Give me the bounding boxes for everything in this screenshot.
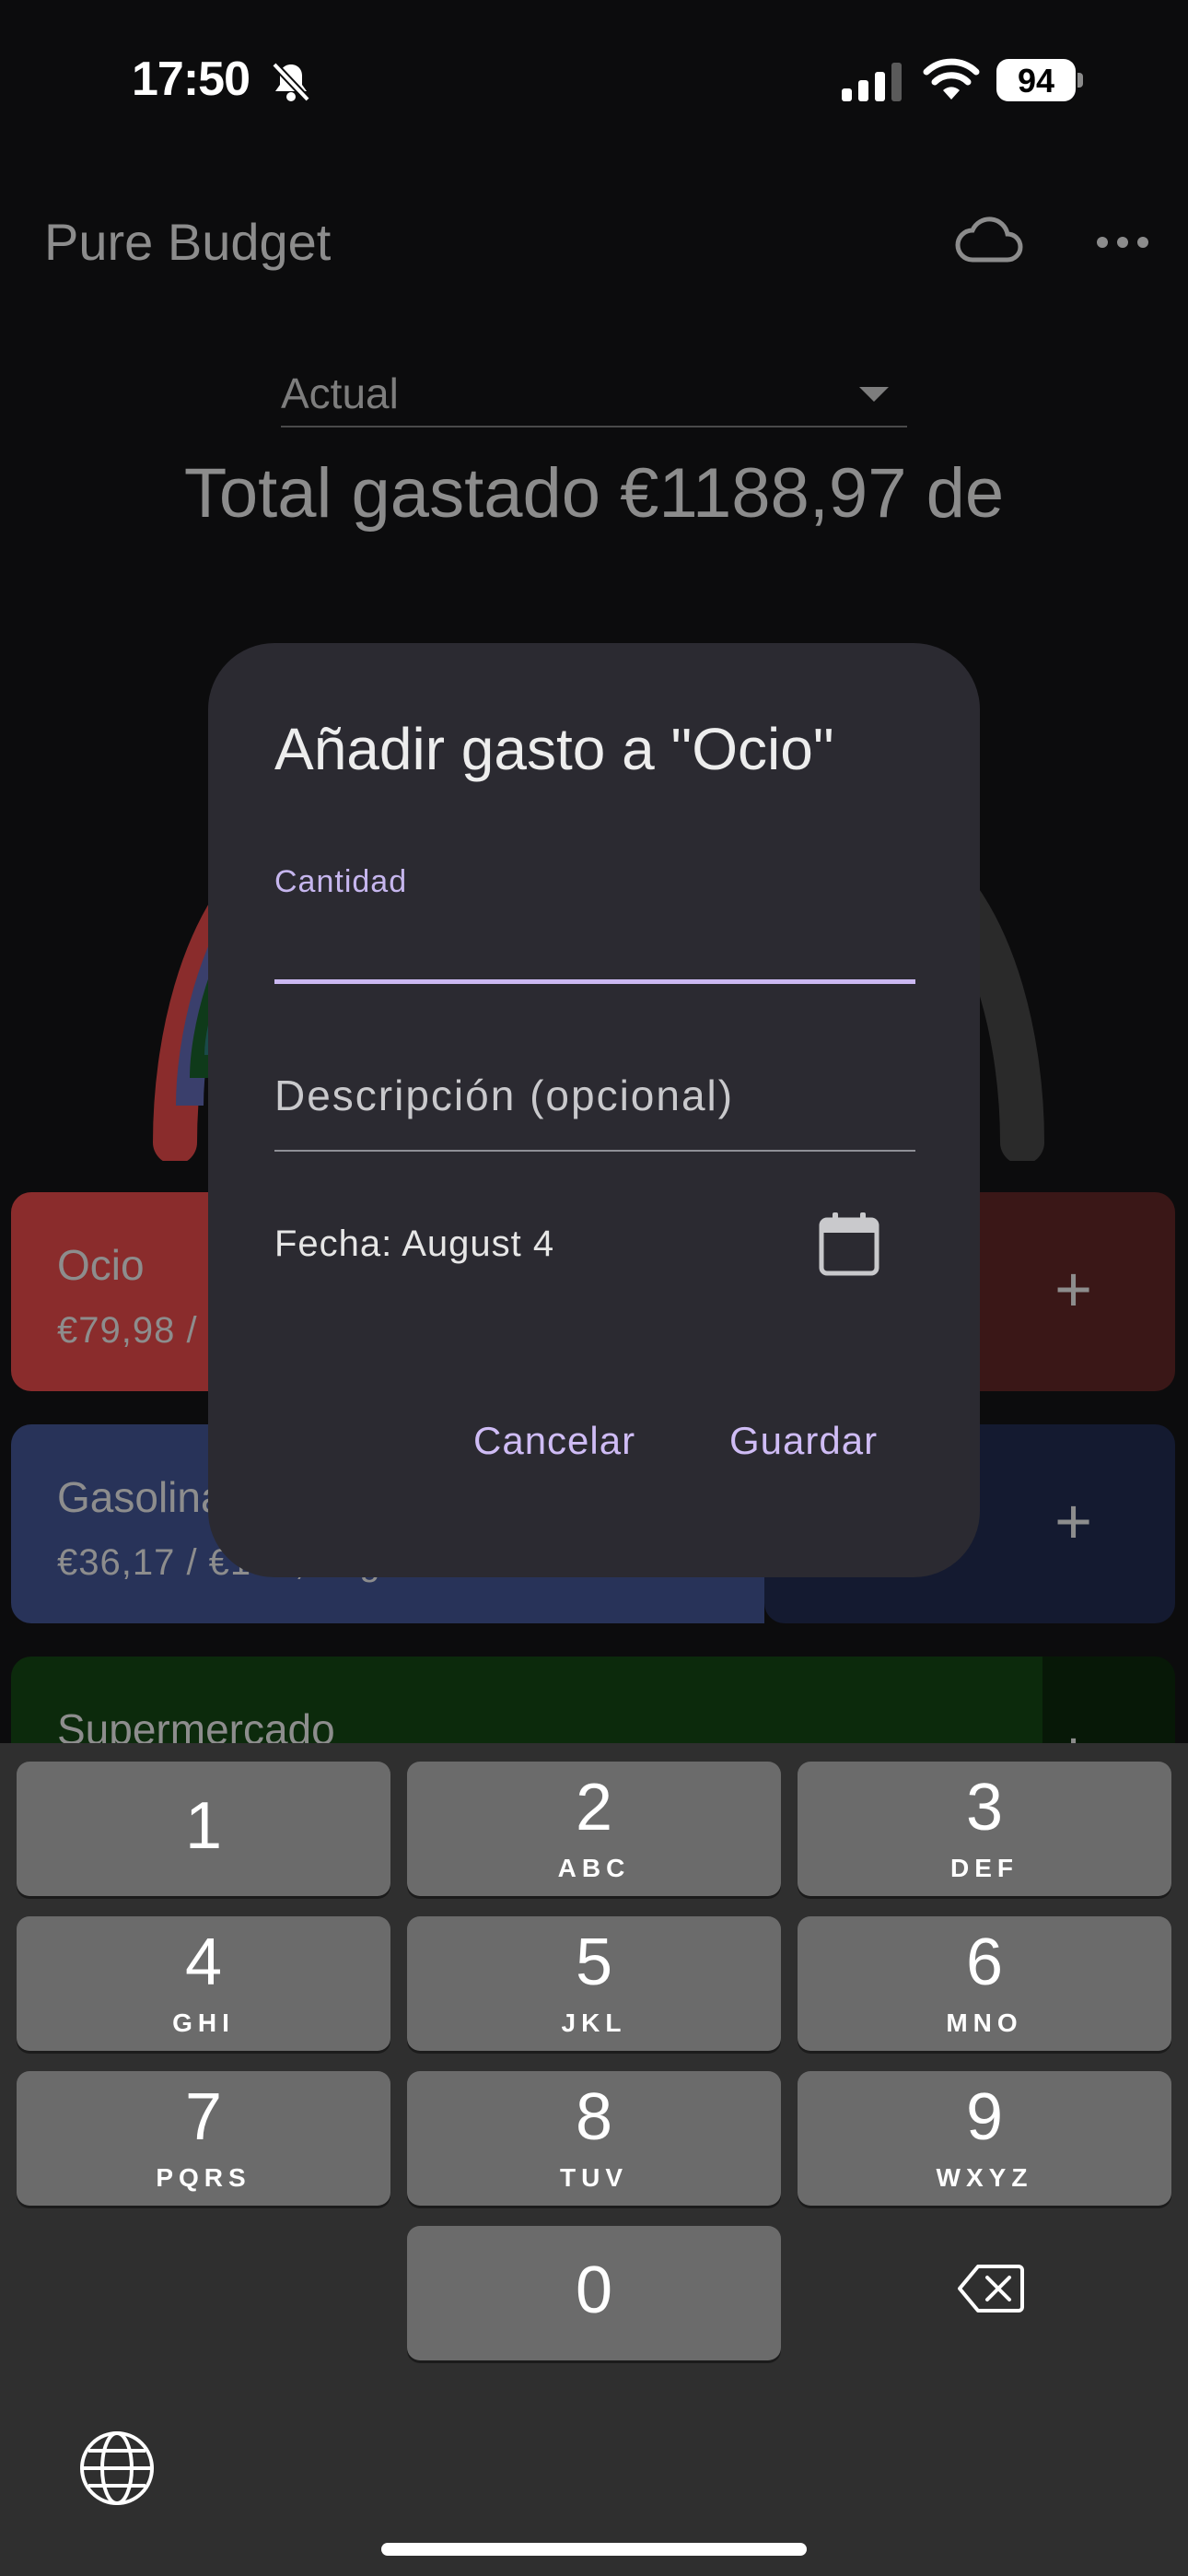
- key-letters: TUV: [560, 2163, 628, 2192]
- status-bar: 17:50 94: [0, 0, 1188, 157]
- more-icon[interactable]: [1092, 228, 1153, 256]
- key-digit: 8: [575, 2080, 613, 2154]
- bell-slash-icon: [272, 62, 310, 102]
- category-name: Ocio: [57, 1241, 145, 1289]
- key-2[interactable]: 2 ABC: [407, 1762, 781, 1896]
- key-letters: WXYZ: [936, 2163, 1033, 2192]
- key-0[interactable]: 0: [407, 2226, 781, 2360]
- key-digit: 2: [575, 1771, 613, 1844]
- key-1[interactable]: 1: [17, 1762, 390, 1896]
- key-9[interactable]: 9 WXYZ: [798, 2071, 1171, 2206]
- calendar-icon[interactable]: [814, 1209, 884, 1279]
- backspace-icon[interactable]: [958, 2263, 1024, 2314]
- status-time: 17:50: [132, 53, 250, 106]
- date-label: Fecha: August 4: [274, 1224, 555, 1264]
- wifi-icon: [923, 58, 980, 100]
- amount-input[interactable]: [274, 910, 915, 984]
- numeric-keyboard: 1 2 ABC 3 DEF 4 GHI 5 JKL 6 MNO 7 PQRS 8…: [0, 1743, 1188, 2576]
- add-expense-dialog: Añadir gasto a "Ocio" Cantidad Fecha: Au…: [208, 643, 980, 1577]
- dialog-title: Añadir gasto a "Ocio": [274, 716, 834, 782]
- description-input[interactable]: [274, 1041, 915, 1152]
- key-digit: 1: [184, 1789, 223, 1863]
- cellular-signal-icon: [842, 63, 902, 101]
- cloud-icon[interactable]: [952, 214, 1026, 269]
- key-digit: 9: [965, 2080, 1004, 2154]
- key-letters: GHI: [172, 2008, 235, 2037]
- key-letters: DEF: [950, 1854, 1019, 1882]
- key-letters: MNO: [946, 2008, 1023, 2037]
- chevron-down-icon: [859, 387, 889, 402]
- key-letters: ABC: [557, 1854, 631, 1882]
- add-expense-button[interactable]: +: [1054, 1489, 1092, 1553]
- save-button[interactable]: Guardar: [729, 1419, 878, 1463]
- total-spent-text: Total gastado €1188,97 de: [183, 454, 1005, 533]
- period-dropdown[interactable]: Actual: [281, 350, 907, 427]
- app-screen: Pure Budget Actual Total gastado €1188,9…: [0, 157, 1188, 1856]
- key-digit: 4: [184, 1926, 223, 1999]
- key-digit: 7: [184, 2080, 223, 2154]
- key-letters: JKL: [561, 2008, 627, 2037]
- key-8[interactable]: 8 TUV: [407, 2071, 781, 2206]
- key-6[interactable]: 6 MNO: [798, 1916, 1171, 2051]
- globe-icon[interactable]: [77, 2429, 157, 2508]
- home-indicator: [381, 2543, 807, 2556]
- cancel-button[interactable]: Cancelar: [473, 1419, 635, 1463]
- key-digit: 0: [575, 2254, 613, 2327]
- key-digit: 3: [965, 1771, 1004, 1844]
- app-title: Pure Budget: [44, 213, 332, 271]
- key-3[interactable]: 3 DEF: [798, 1762, 1171, 1896]
- category-name: Gasolina: [57, 1473, 225, 1521]
- period-value: Actual: [281, 369, 399, 417]
- key-4[interactable]: 4 GHI: [17, 1916, 390, 2051]
- key-digit: 6: [965, 1926, 1004, 1999]
- battery-indicator: 94: [996, 59, 1083, 101]
- battery-percent: 94: [1017, 62, 1055, 100]
- key-7[interactable]: 7 PQRS: [17, 2071, 390, 2206]
- key-letters: PQRS: [156, 2163, 251, 2192]
- amount-label: Cantidad: [274, 864, 408, 899]
- key-digit: 5: [575, 1926, 613, 1999]
- add-expense-button[interactable]: +: [1054, 1257, 1092, 1321]
- key-5[interactable]: 5 JKL: [407, 1916, 781, 2051]
